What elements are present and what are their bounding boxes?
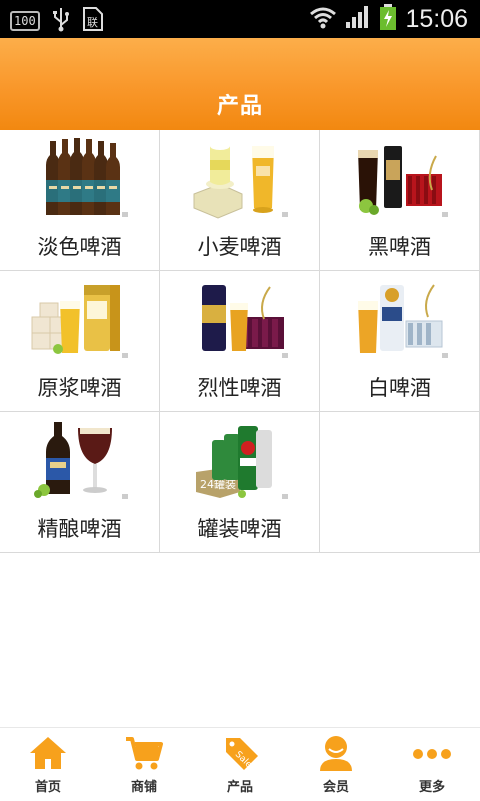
nav-label: 产品 [226, 780, 253, 795]
product-item-white-beer[interactable]: 白啤酒 [320, 271, 480, 412]
status-bar: 100 联 15:06 [0, 0, 480, 38]
sale-tag-icon: Sale [220, 734, 260, 772]
product-item-dark-beer[interactable]: 黑啤酒 [320, 130, 480, 271]
product-item-raw-beer[interactable]: 原浆啤酒 [0, 271, 160, 412]
white-beer-image [350, 277, 450, 361]
nav-item-more[interactable]: 更多 [384, 728, 480, 801]
nav-item-member[interactable]: 会员 [288, 728, 384, 801]
beer-bottles-image [30, 136, 130, 220]
nav-label: 更多 [418, 780, 445, 795]
nav-item-products[interactable]: Sale 产品 [192, 728, 288, 801]
product-label: 原浆啤酒 [37, 376, 122, 400]
product-label: 小麦啤酒 [197, 235, 282, 259]
nav-label: 会员 [322, 780, 349, 795]
product-label: 烈性啤酒 [197, 376, 282, 400]
usb-icon [52, 6, 70, 36]
clock: 15:06 [405, 4, 468, 33]
nav-item-shop[interactable]: 商铺 [96, 728, 192, 801]
strong-beer-image [190, 277, 290, 361]
product-label: 黑啤酒 [368, 235, 431, 259]
product-label: 淡色啤酒 [37, 235, 122, 259]
craft-beer-image [30, 418, 130, 502]
wifi-icon [309, 4, 337, 34]
notification-badge: 100 [10, 11, 40, 31]
product-label: 罐装啤酒 [197, 517, 282, 541]
member-icon [316, 734, 356, 772]
header-bar: 产品 [0, 38, 480, 130]
empty-grid-cell [320, 412, 480, 553]
wheat-beer-image [190, 136, 290, 220]
product-item-wheat-beer[interactable]: 小麦啤酒 [160, 130, 320, 271]
nav-label: 首页 [34, 780, 61, 795]
product-item-strong-beer[interactable]: 烈性啤酒 [160, 271, 320, 412]
product-grid: 淡色啤酒 小麦啤酒 黑啤酒 原浆啤酒 烈性啤酒 白啤酒 精酿啤酒 24罐装 罐装… [0, 130, 480, 554]
raw-beer-image [30, 277, 130, 361]
home-icon [28, 734, 68, 772]
svg-text:联: 联 [87, 16, 98, 29]
more-icon [412, 734, 452, 772]
bottom-nav: 首页 商铺 Sale 产品 会员 更多 [0, 727, 480, 800]
product-label: 精酿啤酒 [37, 517, 122, 541]
page-title: 产品 [216, 94, 263, 119]
dark-beer-image [350, 136, 450, 220]
product-item-pale-beer[interactable]: 淡色啤酒 [0, 130, 160, 271]
nav-label: 商铺 [130, 780, 157, 795]
battery-icon [379, 3, 397, 35]
cart-icon [124, 734, 164, 772]
sim-card-icon: 联 [82, 6, 106, 36]
canned-beer-image: 24罐装 [190, 418, 290, 502]
product-item-craft-beer[interactable]: 精酿啤酒 [0, 412, 160, 553]
product-label: 白啤酒 [368, 376, 431, 400]
product-item-canned-beer[interactable]: 24罐装 罐装啤酒 [160, 412, 320, 553]
signal-icon [345, 4, 371, 34]
nav-item-home[interactable]: 首页 [0, 728, 96, 801]
